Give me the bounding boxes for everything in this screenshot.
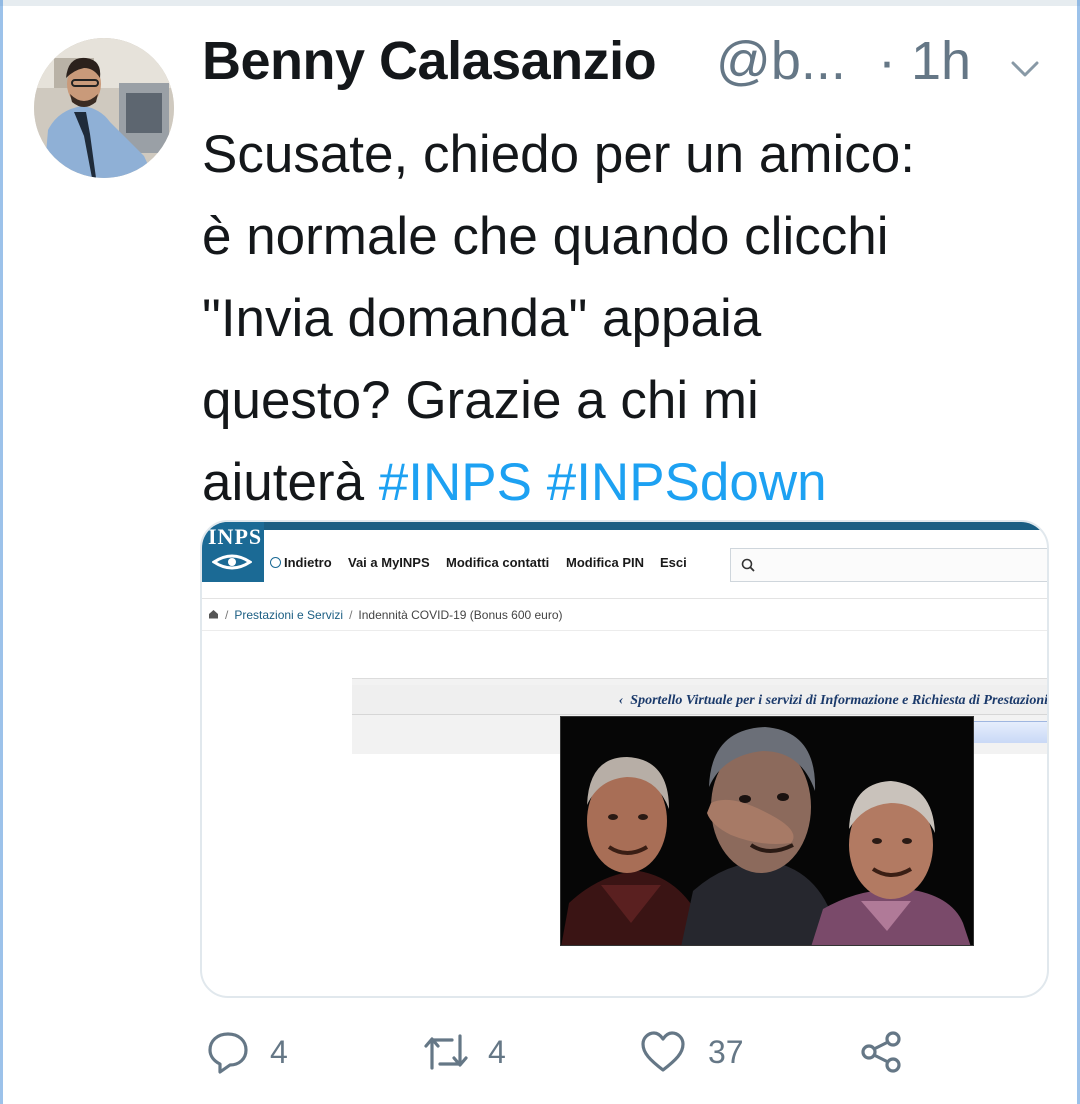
tweet-text: Scusate, chiedo per un amico: è normale … xyxy=(202,114,1062,524)
tweet-text-line: è normale che quando clicchi xyxy=(202,207,889,266)
tweet-text-line: Scusate, chiedo per un amico: xyxy=(202,125,915,184)
tweet-text-line: "Invia domanda" appaia xyxy=(202,289,762,348)
tweet-text-line: aiuterà xyxy=(202,453,365,512)
avatar[interactable] xyxy=(34,38,174,178)
retweet-button[interactable]: 4 xyxy=(422,1024,522,1084)
breadcrumb-current: Indennità COVID-19 (Bonus 600 euro) xyxy=(358,608,563,622)
divider xyxy=(202,598,1047,599)
tweet-timestamp[interactable]: · 1h xyxy=(878,30,971,92)
meme-image xyxy=(560,716,974,946)
back-icon xyxy=(270,557,281,568)
hashtag-inps[interactable]: #INPS xyxy=(379,453,532,512)
time-label: 1h xyxy=(911,31,972,91)
tweet-actions: 4 4 37 xyxy=(0,1024,1080,1084)
tweet-header: Benny Calasanzio @b... · 1h xyxy=(202,30,1062,100)
inps-nav-contatti[interactable]: Modifica contatti xyxy=(446,555,549,570)
home-icon[interactable] xyxy=(208,609,219,619)
like-count: 37 xyxy=(708,1034,744,1070)
like-button[interactable]: 37 xyxy=(640,1024,750,1084)
inps-search-input[interactable] xyxy=(730,548,1047,582)
sportello-title: ‹ Sportello Virtuale per i servizi di In… xyxy=(618,693,1048,708)
retweet-count: 4 xyxy=(488,1034,506,1070)
author-name[interactable]: Benny Calasanzio xyxy=(202,30,657,92)
hashtag-inpsdown[interactable]: #INPSdown xyxy=(547,453,827,512)
tweet-media[interactable]: INPS Indietro Vai a MyINPS Modifica cont… xyxy=(200,520,1049,998)
search-icon xyxy=(741,558,755,572)
inps-nav-pin[interactable]: Modifica PIN xyxy=(566,555,644,570)
inps-logo-text: INPS xyxy=(208,524,263,549)
inps-nav-myinps[interactable]: Vai a MyINPS xyxy=(348,555,430,570)
breadcrumb-item[interactable]: Prestazioni e Servizi xyxy=(234,608,343,622)
sportello-title-bar: ‹ Sportello Virtuale per i servizi di In… xyxy=(352,685,1048,715)
inps-nav-label: Indietro xyxy=(284,555,332,570)
reply-count: 4 xyxy=(270,1034,288,1070)
share-button[interactable] xyxy=(860,1024,906,1084)
chevron-down-icon[interactable] xyxy=(1010,58,1040,80)
divider xyxy=(202,630,1047,631)
inps-nav-esci[interactable]: Esci xyxy=(660,555,687,570)
author-handle[interactable]: @b... xyxy=(716,30,846,92)
reply-icon xyxy=(208,1032,248,1074)
separator-dot: · xyxy=(878,31,896,91)
inps-header-bar xyxy=(202,522,1047,530)
inps-nav-back[interactable]: Indietro xyxy=(270,555,332,570)
breadcrumb: / Prestazioni e Servizi / Indennità COVID-1… xyxy=(208,608,563,622)
left-edge-line xyxy=(0,0,3,1104)
top-divider xyxy=(0,0,1080,6)
inps-logo: INPS xyxy=(202,522,264,582)
sportello-title-text: Sportello Virtuale per i servizi di Info… xyxy=(630,693,1048,708)
tweet-text-line: questo? Grazie a chi mi xyxy=(202,371,759,430)
heart-icon xyxy=(641,1031,685,1072)
retweet-icon xyxy=(424,1034,468,1070)
reply-button[interactable]: 4 xyxy=(206,1024,306,1084)
sportello-tab xyxy=(972,721,1047,743)
share-icon xyxy=(861,1031,901,1073)
